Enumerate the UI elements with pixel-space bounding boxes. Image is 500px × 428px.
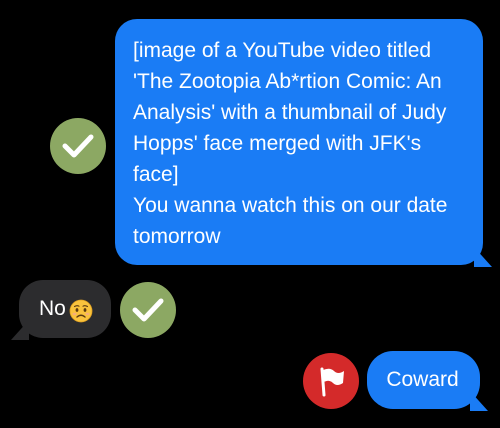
bubble-tail: [470, 391, 488, 411]
flag-icon: [320, 367, 344, 397]
checkmark-reaction-badge[interactable]: [50, 118, 106, 174]
checkmark-icon: [132, 298, 164, 322]
checkmark-icon: [62, 134, 94, 158]
received-message-bubble[interactable]: No: [11, 280, 111, 340]
message-text-line: 'The Zootopia Ab*rtion Comic: An: [133, 70, 442, 93]
flag-reaction-badge[interactable]: [303, 353, 359, 409]
message-text-line: [image of a YouTube video titled: [133, 39, 432, 62]
sent-message-bubble[interactable]: [image of a YouTube video titled 'The Zo…: [115, 19, 492, 267]
message-text-line: Analysis' with a thumbnail of Judy: [133, 101, 447, 124]
checkmark-reaction-badge[interactable]: [120, 282, 176, 338]
bubble-tail: [11, 320, 29, 340]
message-text: No: [39, 297, 66, 320]
worried-face-emoji-icon: [69, 299, 93, 323]
bubble-tail: [474, 247, 492, 267]
message-text-line: tomorrow: [133, 225, 221, 248]
message-text: Coward: [386, 368, 459, 391]
message-text-line: You wanna watch this on our date: [133, 194, 448, 217]
sent-message-bubble[interactable]: Coward: [367, 351, 488, 411]
message-text-line: face]: [133, 163, 179, 186]
message-text-line: Hopps' face merged with JFK's: [133, 132, 422, 155]
